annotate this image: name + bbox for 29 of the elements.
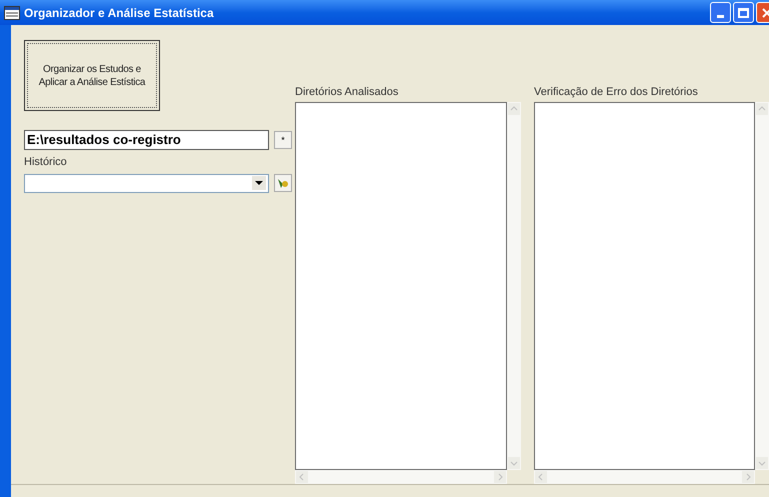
minimize-icon	[717, 15, 724, 18]
vertical-scrollbar[interactable]	[755, 102, 769, 470]
clean-icon	[277, 177, 289, 189]
browse-button[interactable]: *	[274, 131, 292, 149]
maximize-button[interactable]	[733, 2, 754, 23]
close-icon	[762, 8, 769, 18]
scroll-down-icon[interactable]	[508, 457, 520, 469]
scroll-left-icon[interactable]	[535, 471, 547, 483]
organize-button[interactable]: Organizar os Estudos e Aplicar a Análise Estística	[24, 40, 160, 111]
list-label: Diretórios Analisados	[295, 85, 400, 100]
list-label: Verificação de Erro dos Diretórios	[534, 85, 699, 100]
window-title: Organizador e Análise Estatística	[24, 4, 214, 22]
window-icon	[4, 6, 20, 20]
history-tool-button[interactable]	[274, 174, 292, 192]
horizontal-scrollbar[interactable]	[534, 470, 755, 484]
scroll-down-icon[interactable]	[756, 457, 768, 469]
list-box[interactable]	[534, 102, 755, 470]
minimize-button[interactable]	[710, 2, 731, 23]
scroll-right-icon[interactable]	[742, 471, 754, 483]
vertical-scrollbar[interactable]	[507, 102, 521, 470]
scroll-right-icon[interactable]	[494, 471, 506, 483]
scroll-up-icon[interactable]	[508, 103, 520, 115]
path-field[interactable]: E:\resultados co-registro	[24, 130, 269, 150]
scroll-left-icon[interactable]	[296, 471, 308, 483]
maximize-icon	[738, 8, 749, 18]
history-label: Histórico	[24, 155, 68, 170]
horizontal-scrollbar[interactable]	[295, 470, 507, 484]
scroll-up-icon[interactable]	[756, 103, 768, 115]
dropdown-caret-icon[interactable]	[252, 176, 266, 190]
